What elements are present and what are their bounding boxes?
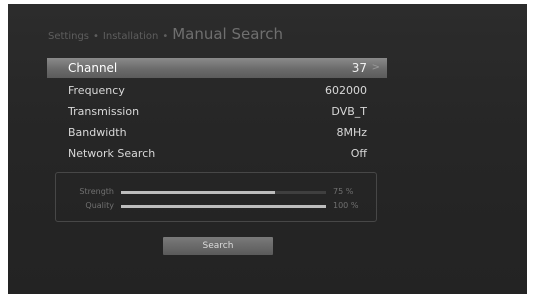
- breadcrumb-separator: •: [162, 31, 169, 42]
- quality-bar: [121, 205, 326, 208]
- breadcrumb: Settings • Installation • Manual Search: [48, 25, 283, 43]
- breadcrumb-settings[interactable]: Settings: [48, 31, 89, 42]
- strength-row: Strength 75 %: [56, 186, 376, 198]
- search-button[interactable]: Search: [163, 237, 273, 255]
- page-title: Manual Search: [172, 25, 284, 43]
- quality-bar-fill: [121, 205, 326, 208]
- frequency-label: Frequency: [68, 84, 125, 97]
- breadcrumb-installation[interactable]: Installation: [103, 31, 158, 42]
- menu-row-network-search[interactable]: Network Search Off: [47, 143, 387, 164]
- menu-row-transmission[interactable]: Transmission DVB_T: [47, 101, 387, 122]
- bandwidth-label: Bandwidth: [68, 126, 127, 139]
- frequency-value: 602000: [325, 84, 367, 97]
- transmission-value: DVB_T: [331, 105, 367, 118]
- network-search-label: Network Search: [68, 147, 156, 160]
- transmission-label: Transmission: [68, 105, 140, 118]
- strength-bar-fill: [121, 191, 275, 194]
- manual-search-screen: Settings • Installation • Manual Search Chan…: [8, 4, 527, 294]
- quality-row: Quality 100 %: [56, 200, 376, 212]
- network-search-value: Off: [350, 147, 367, 160]
- chevron-right-icon[interactable]: >: [372, 58, 380, 78]
- strength-label: Strength: [79, 187, 114, 196]
- bandwidth-value: 8MHz: [336, 126, 367, 139]
- quality-label: Quality: [85, 201, 114, 210]
- channel-value: 37: [351, 61, 367, 75]
- signal-panel: Strength 75 % Quality 100 %: [55, 172, 377, 222]
- channel-label: Channel: [68, 61, 118, 75]
- settings-menu: Channel 37 > Frequency 602000 Transmissi…: [47, 58, 387, 164]
- menu-row-frequency[interactable]: Frequency 602000: [47, 80, 387, 101]
- breadcrumb-separator: •: [93, 31, 99, 42]
- menu-row-bandwidth[interactable]: Bandwidth 8MHz: [47, 122, 387, 143]
- strength-value: 75 %: [333, 187, 354, 196]
- menu-row-channel[interactable]: Channel 37 >: [47, 58, 387, 78]
- quality-value: 100 %: [333, 201, 359, 210]
- strength-bar: [121, 191, 326, 194]
